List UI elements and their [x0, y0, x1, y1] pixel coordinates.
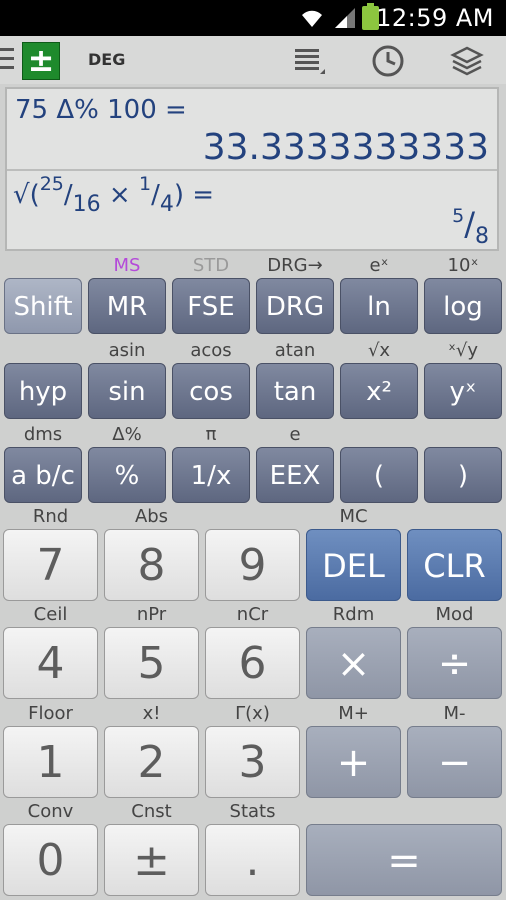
layers-icon[interactable] [450, 44, 484, 78]
current-result: 5/8 [452, 205, 489, 249]
open-paren-key[interactable]: ( [340, 447, 418, 503]
shift-key[interactable]: Shift [4, 278, 82, 334]
secondary-label [4, 340, 82, 362]
secondary-label: Ceil [33, 604, 68, 625]
app-logo-icon: ± [22, 42, 60, 80]
secondary-label: atan [274, 340, 316, 361]
secondary-label: Mod [435, 604, 474, 625]
secondary-label: STD [192, 255, 230, 276]
secondary-label: Conv [27, 801, 74, 822]
multiply-key[interactable]: × [306, 627, 401, 699]
secondary-label: Rdm [332, 604, 375, 625]
secondary-label: MS [113, 255, 141, 276]
ln-key[interactable]: ln [340, 278, 418, 334]
secondary-label: M- [443, 703, 466, 724]
minus-key[interactable]: − [407, 726, 502, 798]
0-key[interactable]: 0 [3, 824, 98, 896]
current-expression: √(25/16 × 1/4) = [13, 173, 215, 217]
secondary-label: ˣ√y [447, 340, 479, 361]
secondary-label: Rnd [32, 506, 69, 527]
cos-key[interactable]: cos [172, 363, 250, 419]
secondary-label: Δ% [112, 424, 142, 445]
secondary-label: 10ˣ [447, 255, 479, 276]
secondary-label [340, 424, 418, 446]
secondary-label: Cnst [131, 801, 172, 822]
log-key[interactable]: log [424, 278, 502, 334]
secondary-label: acos [190, 340, 232, 361]
secondary-label: Floor [28, 703, 73, 724]
secondary-label [424, 424, 502, 446]
7-key[interactable]: 7 [3, 529, 98, 601]
display-divider [7, 169, 497, 171]
close-paren-key[interactable]: ) [424, 447, 502, 503]
secondary-label: √x [367, 340, 391, 361]
divide-key[interactable]: ÷ [407, 627, 502, 699]
secondary-label [306, 801, 401, 823]
secondary-label: nPr [136, 604, 167, 625]
secondary-label: nCr [236, 604, 269, 625]
fse-key[interactable]: FSE [172, 278, 250, 334]
drawer-menu-icon[interactable] [0, 48, 14, 70]
5-key[interactable]: 5 [104, 627, 199, 699]
secondary-label: e [289, 424, 301, 445]
eex-key[interactable]: EEX [256, 447, 334, 503]
calculator-display: 75 Δ% 100 = 33.3333333333 √(25/16 × 1/4)… [5, 87, 499, 251]
secondary-label: x! [142, 703, 161, 724]
secondary-label: dms [23, 424, 63, 445]
drg-key[interactable]: DRG [256, 278, 334, 334]
toolbar: ± DEG [0, 36, 506, 84]
angle-mode-label: DEG [88, 50, 126, 69]
4-key[interactable]: 4 [3, 627, 98, 699]
secondary-label: asin [108, 340, 146, 361]
del-key[interactable]: DEL [306, 529, 401, 601]
secondary-label [4, 255, 82, 277]
secondary-label: eˣ [369, 255, 389, 276]
6-key[interactable]: 6 [205, 627, 300, 699]
secondary-label: MC [339, 506, 368, 527]
2-key[interactable]: 2 [104, 726, 199, 798]
mr-key[interactable]: MR [88, 278, 166, 334]
secondary-label [407, 506, 502, 528]
secondary-label: Abs [134, 506, 169, 527]
history-clock-icon[interactable] [371, 44, 405, 78]
clock-time: 12:59 AM [376, 4, 494, 32]
sin-key[interactable]: sin [88, 363, 166, 419]
8-key[interactable]: 8 [104, 529, 199, 601]
clr-key[interactable]: CLR [407, 529, 502, 601]
fraction-key[interactable]: a b/c [4, 447, 82, 503]
percent-key[interactable]: % [88, 447, 166, 503]
signal-icon [335, 8, 355, 28]
history-expression-1: 75 Δ% 100 = [15, 95, 187, 125]
plus-key[interactable]: + [306, 726, 401, 798]
hyp-key[interactable]: hyp [4, 363, 82, 419]
1-key[interactable]: 1 [3, 726, 98, 798]
secondary-label: Γ(x) [235, 703, 270, 724]
9-key[interactable]: 9 [205, 529, 300, 601]
list-menu-icon[interactable] [292, 44, 326, 78]
plus-minus-key[interactable]: ± [104, 824, 199, 896]
secondary-label [205, 506, 300, 528]
status-bar: 12:59 AM [0, 0, 506, 36]
3-key[interactable]: 3 [205, 726, 300, 798]
wifi-icon [302, 10, 322, 27]
power-key[interactable]: yˣ [424, 363, 502, 419]
square-key[interactable]: x² [340, 363, 418, 419]
history-result-1: 33.3333333333 [202, 127, 489, 168]
secondary-label: DRG→ [267, 255, 323, 276]
secondary-label: M+ [338, 703, 369, 724]
decimal-key[interactable]: . [205, 824, 300, 896]
secondary-label: π [205, 424, 217, 445]
equals-key[interactable]: = [306, 824, 502, 896]
reciprocal-key[interactable]: 1/x [172, 447, 250, 503]
tan-key[interactable]: tan [256, 363, 334, 419]
secondary-label: Stats [229, 801, 276, 822]
